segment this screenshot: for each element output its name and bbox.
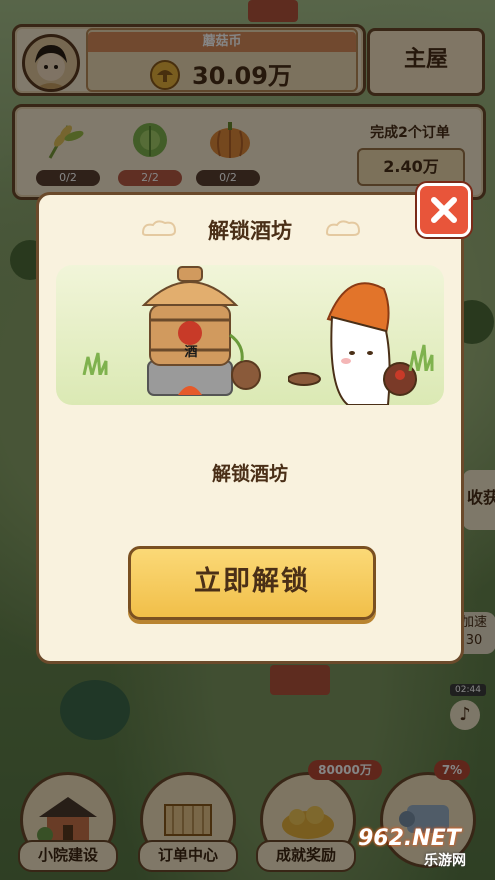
dialog-description: 解锁酒坊 — [211, 463, 288, 485]
cloud-ornament-icon — [325, 220, 361, 236]
watermark-brand: 962.NET — [358, 826, 461, 851]
grass-icon — [82, 352, 108, 375]
unlock-dialog: 解锁酒坊 酒 解锁酒坊 立即解锁 — [36, 192, 464, 664]
wine-sign: 酒 — [184, 345, 198, 360]
close-icon — [431, 197, 457, 223]
winery-illustration: 酒 — [56, 265, 444, 405]
wine-barrel-icon — [141, 266, 261, 396]
watermark: 962.NET 乐游网 — [358, 826, 488, 872]
close-button[interactable] — [417, 183, 471, 237]
grass-icon — [408, 344, 434, 371]
watermark-sub: 乐游网 — [424, 853, 466, 869]
unlock-now-button[interactable]: 立即解锁 — [128, 546, 376, 620]
mushroom-character-icon — [288, 282, 417, 405]
dialog-title: 解锁酒坊 — [208, 219, 292, 243]
